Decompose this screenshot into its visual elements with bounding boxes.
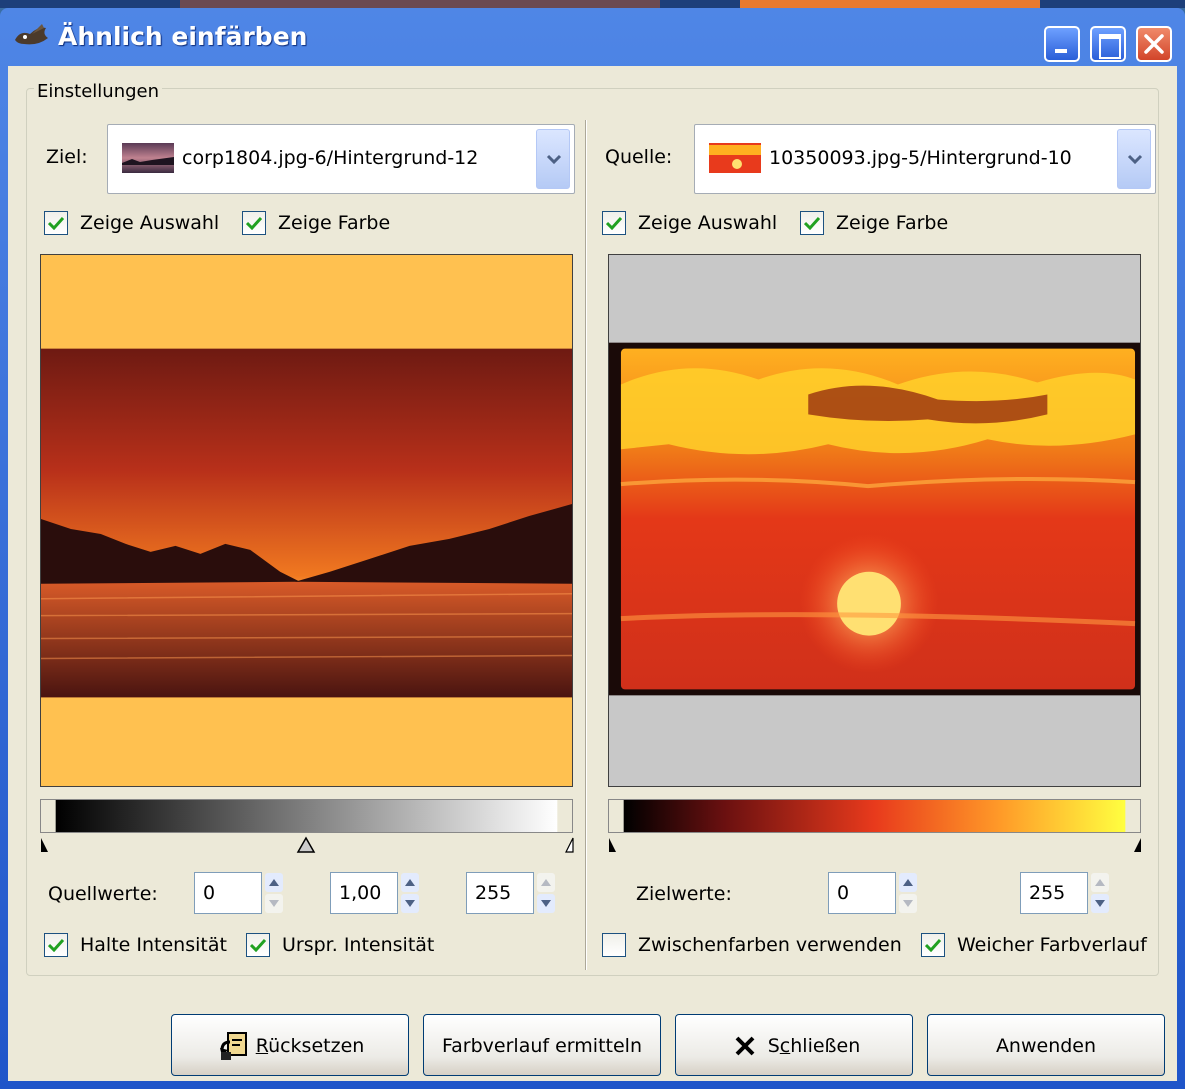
source-sliders[interactable] [606, 834, 1146, 854]
apply-button[interactable]: Anwenden [927, 1014, 1165, 1076]
target-high-slider[interactable] [565, 837, 574, 853]
reset-button[interactable]: Rücksetzen [171, 1014, 409, 1076]
chevron-down-icon [546, 154, 562, 165]
checkmark-icon [250, 938, 266, 952]
spin-down-icon[interactable] [536, 893, 556, 914]
target-high-input[interactable]: 255 [466, 872, 534, 914]
spin-up-icon[interactable] [400, 872, 420, 893]
orig-intensity-checkbox[interactable] [246, 933, 270, 957]
target-values-label: Zielwerte: [636, 883, 732, 905]
checkmark-icon [606, 216, 622, 230]
title-bar[interactable]: Ähnlich einfärben [0, 8, 1185, 66]
spin-up-icon[interactable] [1090, 872, 1110, 893]
source-high-spinner[interactable]: 255 [1020, 872, 1112, 914]
gimp-app-icon [15, 24, 48, 45]
target-show-color-label: Zeige Farbe [278, 212, 391, 234]
settings-group-label: Einstellungen [34, 81, 163, 102]
background-windows-strip [0, 0, 1185, 8]
dialog-client-area: Einstellungen Ziel: corp1804.jpg-6/Hinte… [8, 66, 1177, 1081]
target-low-input[interactable]: 0 [194, 872, 262, 914]
source-high-slider[interactable] [1134, 838, 1141, 852]
close-icon [1144, 34, 1164, 54]
target-show-selection-label: Zeige Auswahl [80, 212, 220, 234]
maximize-button[interactable] [1090, 26, 1126, 62]
target-low-spinner[interactable]: 0 [194, 872, 286, 914]
window-title: Ähnlich einfärben [58, 22, 308, 51]
target-sliders[interactable] [38, 834, 578, 854]
target-gamma-input[interactable]: 1,00 [330, 872, 398, 914]
target-low-slider[interactable] [41, 838, 48, 852]
source-show-selection-label: Zeige Auswahl [638, 212, 778, 234]
source-image-name: 10350093.jpg-5/Hintergrund-10 [769, 147, 1072, 169]
source-low-spinner[interactable]: 0 [828, 872, 920, 914]
use-subcolors-checkbox[interactable] [602, 933, 626, 957]
spin-down-icon[interactable] [1090, 893, 1110, 914]
spin-down-icon[interactable] [264, 893, 284, 914]
target-label: Ziel: [46, 146, 88, 168]
spin-up-icon[interactable] [264, 872, 284, 893]
spin-up-icon[interactable] [536, 872, 556, 893]
source-high-input[interactable]: 255 [1020, 872, 1088, 914]
source-show-color-checkbox[interactable] [800, 211, 824, 235]
close-button[interactable]: Schließen [675, 1014, 913, 1076]
use-subcolors-label: Zwischenfarben verwenden [638, 934, 902, 956]
keep-intensity-checkbox[interactable] [44, 933, 68, 957]
target-show-color-checkbox[interactable] [242, 211, 266, 235]
smooth-gradient-label: Weicher Farbverlauf [957, 934, 1147, 956]
source-show-selection-checkbox[interactable] [602, 211, 626, 235]
source-thumbnail [709, 143, 761, 173]
target-gamma-slider[interactable] [296, 836, 316, 853]
checkmark-icon [48, 938, 64, 952]
source-label: Quelle: [605, 146, 673, 168]
source-dropdown-button[interactable] [1117, 129, 1151, 189]
dialog-window: Ähnlich einfärben Einstellungen Ziel: co… [0, 8, 1185, 1089]
target-dropdown-button[interactable] [536, 129, 570, 189]
smooth-gradient-checkbox[interactable] [921, 933, 945, 957]
target-image-combo[interactable]: corp1804.jpg-6/Hintergrund-12 [107, 124, 575, 194]
orig-intensity-label: Urspr. Intensität [282, 934, 435, 956]
checkmark-icon [48, 216, 64, 230]
target-gamma-spinner[interactable]: 1,00 [330, 872, 422, 914]
target-image-name: corp1804.jpg-6/Hintergrund-12 [182, 147, 479, 169]
spin-down-icon[interactable] [400, 893, 420, 914]
chevron-down-icon [1127, 154, 1143, 165]
spin-down-icon[interactable] [898, 893, 918, 914]
source-preview[interactable] [608, 254, 1141, 787]
target-preview[interactable] [40, 254, 573, 787]
panel-separator [585, 120, 587, 970]
target-value-gradient [40, 799, 573, 833]
target-thumbnail [122, 143, 174, 173]
source-color-gradient [608, 799, 1141, 833]
checkmark-icon [804, 216, 820, 230]
source-values-label: Quellwerte: [48, 883, 158, 905]
close-window-button[interactable] [1136, 26, 1172, 62]
get-colors-button[interactable]: Farbverlauf ermitteln [423, 1014, 661, 1076]
checkmark-icon [925, 938, 941, 952]
keep-intensity-label: Halte Intensität [80, 934, 227, 956]
checkmark-icon [246, 216, 262, 230]
source-show-color-label: Zeige Farbe [836, 212, 949, 234]
source-low-slider[interactable] [609, 838, 616, 852]
minimize-button[interactable] [1044, 26, 1080, 62]
source-low-input[interactable]: 0 [828, 872, 896, 914]
spin-up-icon[interactable] [898, 872, 918, 893]
source-image-combo[interactable]: 10350093.jpg-5/Hintergrund-10 [694, 124, 1156, 194]
target-high-spinner[interactable]: 255 [466, 872, 558, 914]
target-show-selection-checkbox[interactable] [44, 211, 68, 235]
